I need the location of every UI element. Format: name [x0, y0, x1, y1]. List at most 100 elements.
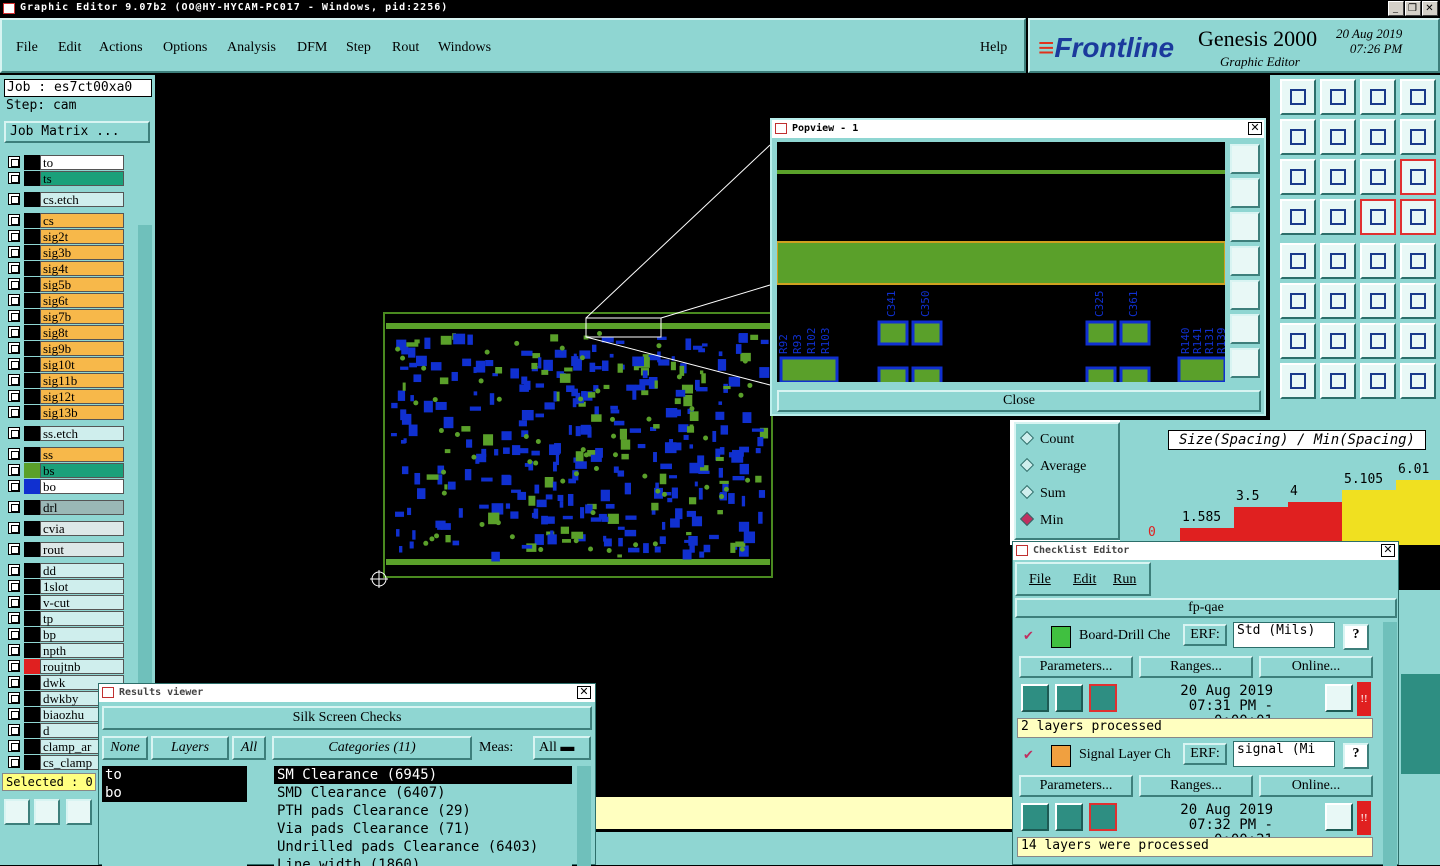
layer-name[interactable]: ss.etch	[40, 426, 124, 441]
layer-name[interactable]: dd	[40, 563, 124, 578]
layer-checkbox[interactable]	[8, 193, 20, 205]
popview-down-icon[interactable]	[1230, 212, 1260, 242]
layer-checkbox[interactable]	[8, 676, 20, 688]
layer-row[interactable]: bo	[6, 479, 124, 494]
house-icon[interactable]	[1360, 79, 1396, 115]
categories-button[interactable]: Categories (11)	[272, 736, 472, 760]
out-icon[interactable]	[1320, 119, 1356, 155]
check-help-button[interactable]: ?	[1343, 624, 1369, 650]
menu-help[interactable]: Help	[980, 40, 1007, 56]
ranges-button[interactable]: Ranges...	[1139, 775, 1253, 797]
results-category-item[interactable]: SMD Clearance (6407)	[274, 784, 572, 802]
layer-row[interactable]: roujtnb	[6, 659, 124, 674]
layer-name[interactable]: sig9b	[40, 341, 124, 356]
point-icon[interactable]	[1280, 363, 1316, 399]
none-button[interactable]: None	[102, 736, 148, 760]
layer-row[interactable]: sig7b	[6, 309, 124, 324]
radio-average[interactable]: Average	[1019, 457, 1086, 475]
layer-checkbox[interactable]	[8, 644, 20, 656]
tools-icon[interactable]	[1280, 199, 1316, 235]
layer-row[interactable]: bs	[6, 463, 124, 478]
menu-windows[interactable]: Windows	[438, 40, 491, 56]
measure-icon[interactable]	[34, 799, 60, 825]
run-all-icon[interactable]	[1055, 684, 1083, 712]
layer-name[interactable]: 1slot	[40, 579, 124, 594]
layer-name[interactable]: to	[40, 155, 124, 170]
flip-icon[interactable]	[1400, 323, 1436, 359]
layer-checkbox[interactable]	[8, 740, 20, 752]
signal-icon[interactable]	[1360, 199, 1396, 235]
layer-row[interactable]: to	[6, 155, 124, 170]
split-icon[interactable]	[1320, 363, 1356, 399]
layer-name[interactable]: sig8t	[40, 325, 124, 340]
layer-row[interactable]: bp	[6, 627, 124, 642]
layer-name[interactable]: sig4t	[40, 261, 124, 276]
layer-name[interactable]: sig3b	[40, 245, 124, 260]
layer-row[interactable]: cs.etch	[6, 192, 124, 207]
run-icon[interactable]	[1021, 803, 1049, 831]
layer-checkbox[interactable]	[8, 427, 20, 439]
layer-checkbox[interactable]	[8, 692, 20, 704]
results-category-item[interactable]: Undrilled pads Clearance (6403)	[274, 838, 572, 856]
rotate-icon[interactable]	[1360, 323, 1396, 359]
layer-name[interactable]: sig12t	[40, 389, 124, 404]
layer-row[interactable]: sig12t	[6, 389, 124, 404]
layer-checkbox[interactable]	[8, 543, 20, 555]
parameters-button[interactable]: Parameters...	[1019, 775, 1133, 797]
all-button[interactable]: All	[232, 736, 266, 760]
results-scrollbar[interactable]	[577, 766, 591, 866]
menu-edit[interactable]: Edit	[58, 40, 81, 56]
layer-checkbox[interactable]	[8, 278, 20, 290]
layers-button[interactable]: Layers	[151, 736, 229, 760]
arrow-icon[interactable]	[1280, 243, 1316, 279]
line-icon[interactable]	[1360, 283, 1396, 319]
results-category-item[interactable]: Via pads Clearance (71)	[274, 820, 572, 838]
layer-row[interactable]: 1slot	[6, 579, 124, 594]
layer-name[interactable]: ss	[40, 447, 124, 462]
draw-icon[interactable]	[1320, 323, 1356, 359]
results-category-list[interactable]: SM Clearance (6945) SMD Clearance (6407) P…	[274, 766, 572, 866]
layer-row[interactable]: tp	[6, 611, 124, 626]
layer-checkbox[interactable]	[8, 464, 20, 476]
layer-row[interactable]: sig2t	[6, 229, 124, 244]
move-icon[interactable]	[1320, 159, 1356, 195]
popview-left-icon[interactable]	[1230, 246, 1260, 276]
menu-options[interactable]: Options	[163, 40, 207, 56]
checklist-close-icon[interactable]: ✕	[1381, 544, 1395, 557]
layer-checkbox[interactable]	[8, 342, 20, 354]
layer-row[interactable]: cs	[6, 213, 124, 228]
parameters-button[interactable]: Parameters...	[1019, 656, 1133, 678]
layer-checkbox[interactable]	[8, 172, 20, 184]
layer-checkbox[interactable]	[8, 374, 20, 386]
layer-row[interactable]: sig10t	[6, 357, 124, 372]
pads-icon[interactable]	[1400, 363, 1436, 399]
menu-analysis[interactable]: Analysis	[227, 40, 276, 56]
ranges-button[interactable]: Ranges...	[1139, 656, 1253, 678]
ruler-icon[interactable]	[1360, 243, 1396, 279]
menu-dfm[interactable]: DFM	[297, 40, 327, 56]
snap-icon[interactable]	[1400, 243, 1436, 279]
popview-zoom-in-icon[interactable]	[1230, 144, 1260, 174]
frame-icon[interactable]	[1360, 363, 1396, 399]
layer-name[interactable]: cs.etch	[40, 192, 124, 207]
layer-checkbox[interactable]	[8, 596, 20, 608]
popview-canvas[interactable]: C341 C350 C325 C361 R103 R102 R93 R92 R1…	[777, 142, 1225, 382]
layer-row[interactable]: dd	[6, 563, 124, 578]
layer-checkbox[interactable]	[8, 564, 20, 576]
layer-row[interactable]: ts	[6, 171, 124, 186]
results-close-icon[interactable]: ✕	[577, 686, 591, 699]
layer-name[interactable]: bo	[40, 479, 124, 494]
layer-row[interactable]: rout	[6, 542, 124, 557]
erf-value[interactable]: Std (Mils)	[1233, 622, 1335, 648]
layer-name[interactable]: cs	[40, 213, 124, 228]
layer-checkbox[interactable]	[8, 448, 20, 460]
layer-name[interactable]: v-cut	[40, 595, 124, 610]
arrow2-icon[interactable]	[1400, 283, 1436, 319]
results-layer-item[interactable]: to	[102, 766, 247, 784]
stop-icon[interactable]	[1089, 803, 1117, 831]
layer-name[interactable]: sig5b	[40, 277, 124, 292]
layer-name[interactable]: sig13b	[40, 405, 124, 420]
window-icon[interactable]	[1400, 79, 1436, 115]
layer-checkbox[interactable]	[8, 660, 20, 672]
layer-row[interactable]: sig3b	[6, 245, 124, 260]
